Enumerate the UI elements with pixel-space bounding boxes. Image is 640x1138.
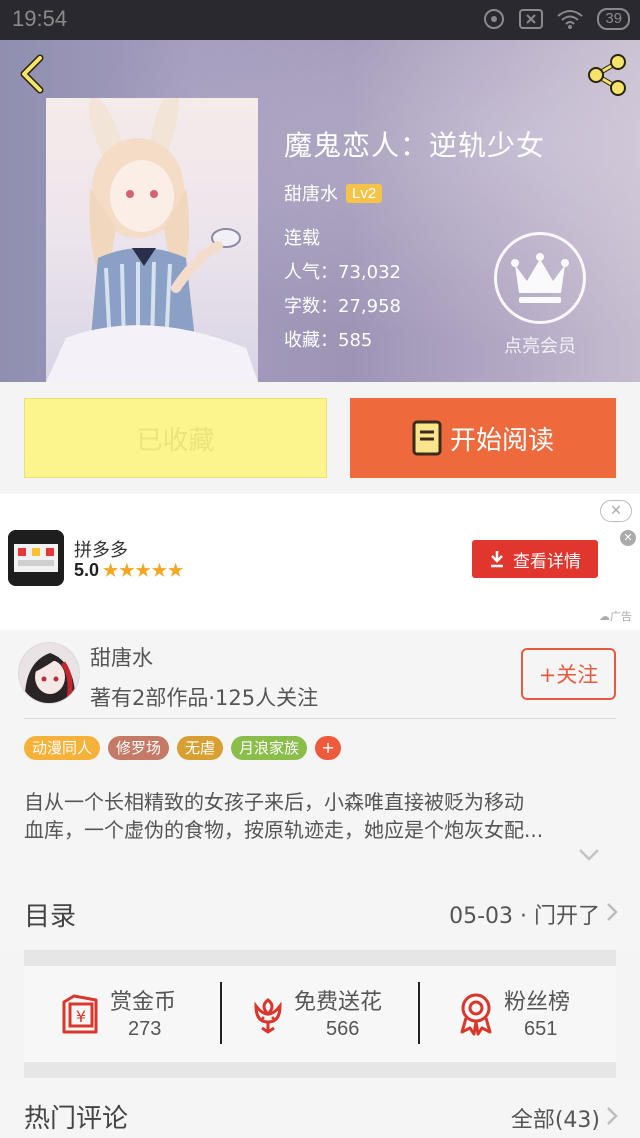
tag-item[interactable]: 月浪家族 bbox=[231, 736, 308, 760]
ad-dismiss-icon[interactable]: ✕ bbox=[620, 530, 636, 546]
all-comments-link[interactable]: 全部(43) bbox=[511, 1102, 600, 1134]
more-tags-button[interactable]: + bbox=[315, 736, 342, 760]
reward-coins-button[interactable]: ¥ 赏金币 273 bbox=[24, 966, 220, 1062]
status-time: 19:54 bbox=[12, 6, 68, 31]
book-word-count: 字数：27,958 bbox=[284, 296, 401, 317]
catalog-label: 目录 bbox=[24, 902, 77, 932]
chevron-down-icon[interactable] bbox=[578, 848, 600, 862]
book-icon bbox=[412, 420, 442, 456]
hot-comments-label: 热门评论 bbox=[24, 1104, 129, 1134]
start-reading-label: 开始阅读 bbox=[449, 425, 554, 456]
tag-item[interactable]: 无虐 bbox=[177, 736, 224, 760]
download-icon bbox=[491, 551, 503, 568]
fan-ranking-count: 651 bbox=[524, 1018, 558, 1040]
start-reading-button[interactable]: 开始阅读 bbox=[350, 398, 616, 478]
book-author[interactable]: 甜唐水 bbox=[284, 180, 338, 206]
ad-detail-button[interactable]: 查看详情 bbox=[472, 540, 598, 578]
hot-comments-row[interactable]: 热门评论 全部(43) bbox=[0, 1078, 640, 1138]
author-level-badge: Lv2 bbox=[346, 183, 383, 203]
section-separator bbox=[24, 950, 616, 966]
avatar-image bbox=[19, 643, 79, 703]
section-separator bbox=[24, 1062, 616, 1078]
ad-app-logo bbox=[8, 530, 64, 586]
book-author-row: 甜唐水 Lv2 bbox=[284, 180, 383, 206]
chevron-right-icon bbox=[607, 1107, 618, 1125]
tag-item[interactable]: 修罗场 bbox=[108, 736, 170, 760]
book-favorites: 收藏：585 bbox=[284, 330, 373, 351]
ad-tag: ☁广告 bbox=[599, 610, 632, 623]
ad-rating: 5.0 ★★★★★ bbox=[74, 560, 184, 581]
back-button[interactable] bbox=[14, 52, 54, 96]
cover-illustration bbox=[46, 98, 258, 382]
author-name[interactable]: 甜唐水 bbox=[90, 642, 153, 672]
status-bar: 19:54 39 bbox=[0, 0, 640, 40]
status-icons: 39 bbox=[483, 8, 630, 30]
reward-coins-label: 赏金币 bbox=[110, 990, 177, 1015]
book-popularity: 人气：73,032 bbox=[284, 262, 401, 283]
book-header: 魔鬼恋人：逆轨少女 甜唐水 Lv2 连载 人气：73,032 字数：27,958… bbox=[0, 40, 640, 382]
author-stats: 著有2部作品·125人关注 bbox=[90, 686, 319, 710]
collected-button[interactable]: 已收藏 bbox=[24, 398, 327, 478]
wifi-icon bbox=[557, 10, 583, 29]
vip-label[interactable]: 点亮会员 bbox=[494, 332, 586, 358]
ad-detail-label: 查看详情 bbox=[513, 551, 581, 572]
avatar[interactable] bbox=[18, 642, 80, 704]
divider bbox=[24, 718, 616, 719]
fan-ranking-button[interactable]: 粉丝榜 651 bbox=[420, 966, 616, 1062]
flower-icon bbox=[254, 998, 282, 1034]
book-title: 魔鬼恋人：逆轨少女 bbox=[284, 129, 546, 162]
svg-text:¥: ¥ bbox=[76, 1007, 86, 1026]
book-description[interactable]: 自从一个长相精致的女孩子来后，小森唯直接被贬为移动 血库，一个虚伪的食物，按原轨… bbox=[24, 788, 608, 844]
description-line: 自从一个长相精致的女孩子来后，小森唯直接被贬为移动 bbox=[24, 790, 524, 814]
sim-off-icon bbox=[519, 9, 544, 29]
description-line: 血库，一个虚伪的食物，按原轨迹走，她应是个炮灰女配... bbox=[24, 818, 544, 842]
medal-icon bbox=[460, 993, 492, 1036]
latest-chapter: 05-03 · 门开了 bbox=[449, 904, 600, 929]
send-flower-label: 免费送花 bbox=[294, 990, 383, 1015]
share-icon bbox=[588, 54, 626, 96]
chevron-left-icon bbox=[20, 54, 44, 94]
vip-button[interactable] bbox=[494, 232, 586, 324]
share-button[interactable] bbox=[584, 52, 630, 98]
tag-item[interactable]: 动漫同人 bbox=[24, 736, 101, 760]
catalog-row[interactable]: 目录 05-03 · 门开了 bbox=[0, 874, 640, 950]
hotspot-icon bbox=[484, 9, 505, 29]
ad-close-button[interactable]: ✕ bbox=[600, 500, 632, 522]
coin-envelope-icon: ¥ bbox=[62, 994, 98, 1034]
book-detail-page: 19:54 39 魔鬼恋人：逆轨少女 甜唐水 Lv2 连载 人气：73,032 … bbox=[0, 0, 640, 1138]
ad-app-name: 拼多多 bbox=[74, 540, 128, 561]
ad-rating-value: 5.0 bbox=[74, 560, 100, 580]
book-cover[interactable] bbox=[46, 98, 258, 382]
follow-button[interactable]: +关注 bbox=[521, 648, 616, 700]
fan-ranking-label: 粉丝榜 bbox=[504, 990, 571, 1015]
action-bar: 已收藏 开始阅读 bbox=[0, 382, 640, 494]
battery-indicator: 39 bbox=[597, 8, 630, 30]
book-status: 连载 bbox=[284, 228, 320, 249]
author-section: 甜唐水 著有2部作品·125人关注 +关注 动漫同人 修罗场 无虐 月浪家族 +… bbox=[0, 630, 640, 874]
tag-list: 动漫同人 修罗场 无虐 月浪家族 + bbox=[24, 736, 342, 760]
ad-logo-graphic bbox=[8, 530, 64, 586]
chevron-right-icon bbox=[607, 903, 618, 921]
gift-bar: ¥ 赏金币 273 免费送花 566 粉丝榜 651 bbox=[24, 966, 616, 1062]
crown-icon bbox=[511, 253, 569, 303]
ad-rating-stars: ★★★★★ bbox=[103, 560, 185, 580]
reward-coins-count: 273 bbox=[128, 1018, 162, 1040]
send-flower-count: 566 bbox=[326, 1018, 360, 1040]
send-flower-button[interactable]: 免费送花 566 bbox=[222, 966, 418, 1062]
ad-banner[interactable]: ✕ 拼多多 5.0 ★★★★★ 查看详情 ✕ ☁广告 bbox=[0, 494, 640, 630]
